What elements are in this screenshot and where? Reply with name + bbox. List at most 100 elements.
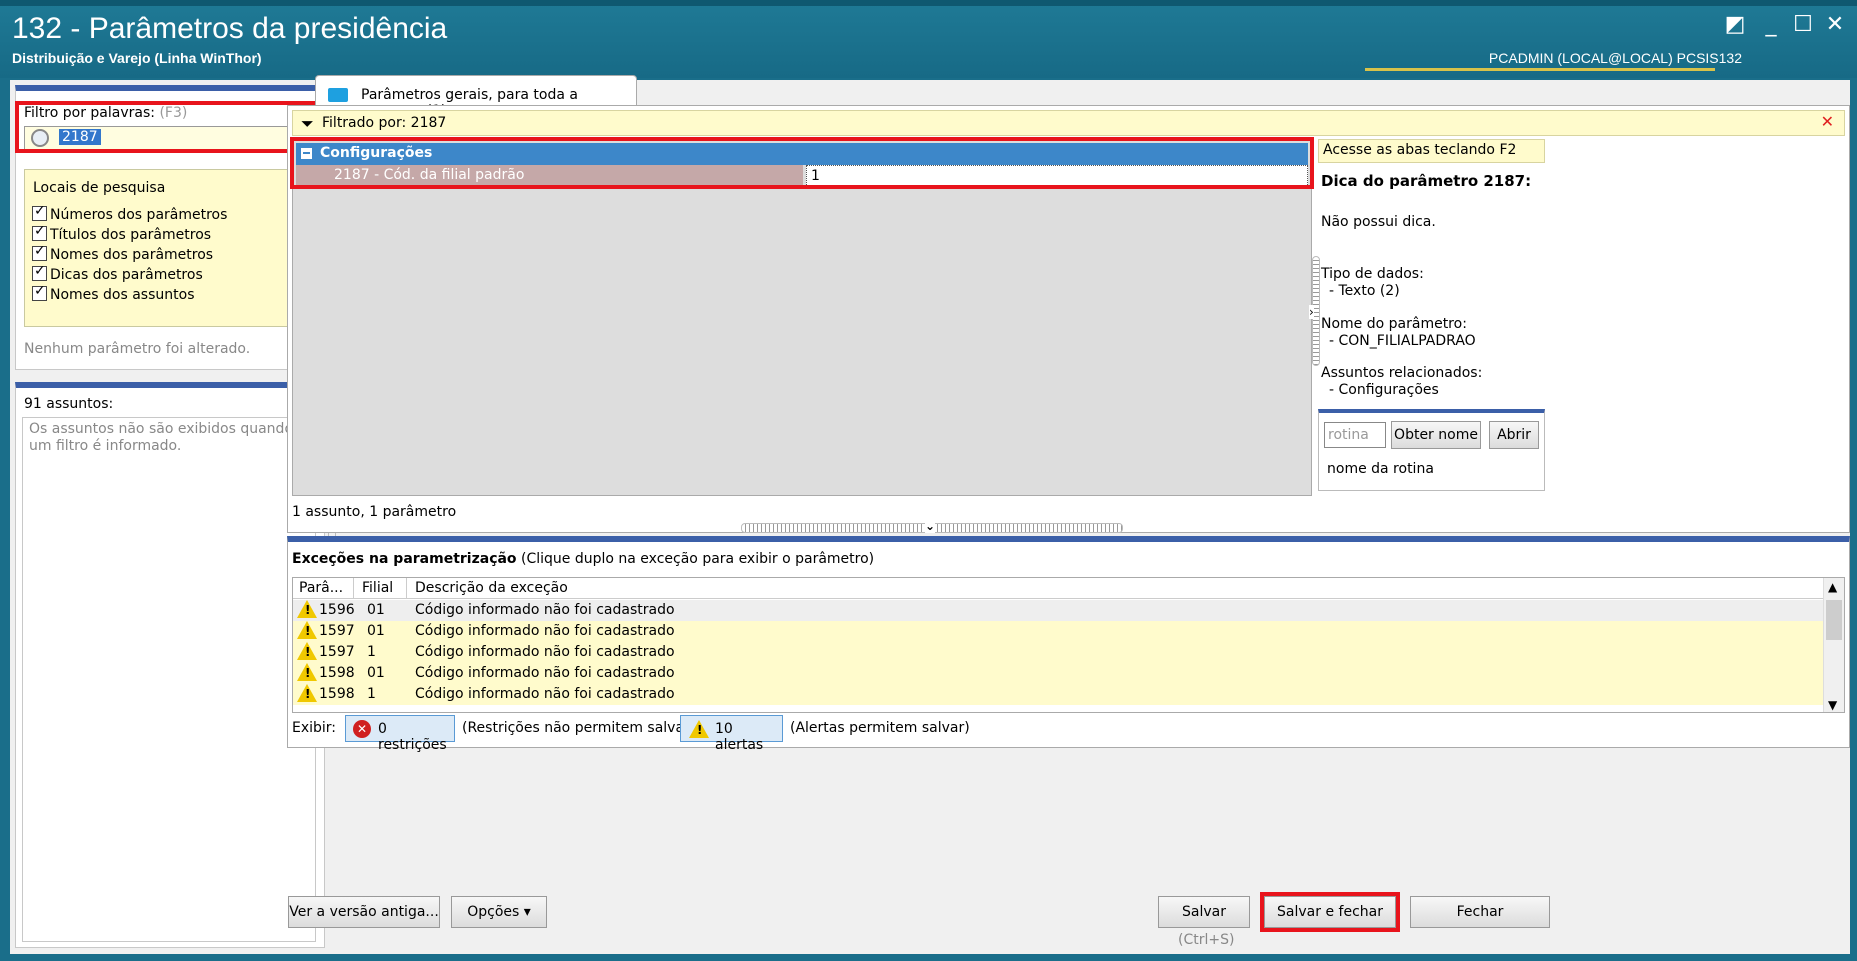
warning-icon (297, 684, 317, 702)
checkbox-icon[interactable] (32, 203, 47, 221)
clear-filtered-icon[interactable]: ✕ (1821, 112, 1834, 131)
row-description: Código informado não foi cadastrado (415, 602, 675, 618)
exceptions-title: Exceções na parametrização (Clique duplo… (292, 551, 874, 567)
data-type-value: - Texto (2) (1329, 283, 1400, 299)
checkbox-label: Números dos parâmetros (50, 207, 228, 223)
params-grid: Configurações 2187 - Cód. da filial padr… (292, 139, 1312, 496)
subjects-panel: 91 assuntos: Os assuntos não são exibido… (15, 382, 325, 948)
save-button[interactable]: Salvar (1158, 896, 1250, 928)
restrictions-toggle[interactable]: ✕ 0 restrições (345, 715, 455, 753)
exceptions-title-text: Exceções na parametrização (292, 551, 517, 567)
row-param: 1596 (319, 602, 355, 618)
vertical-scrollbar[interactable]: ▲ ▼ (1823, 578, 1844, 712)
checkbox-icon[interactable] (32, 283, 47, 301)
old-version-button[interactable]: Ver a versão antiga... (288, 896, 440, 928)
param-name-info: Nome do parâmetro: - CON_FILIALPADRAO (1321, 316, 1476, 350)
row-filial: 01 (367, 665, 385, 681)
column-separator (406, 578, 407, 599)
main-area: Filtro por palavras: (F3) 2187 ✕ Locais … (10, 75, 1850, 954)
row-filial: 1 (367, 686, 376, 702)
column-filial[interactable]: Filial (362, 580, 393, 596)
related-info: Assuntos relacionados: - Configurações (1321, 365, 1482, 399)
scroll-down-icon[interactable]: ▼ (1828, 698, 1837, 712)
exceptions-table[interactable]: Parâ... Filial Descrição da exceção 1596… (292, 577, 1845, 713)
abrir-button[interactable]: Abrir (1489, 421, 1539, 449)
table-row[interactable]: 1597 1 Código informado não foi cadastra… (293, 642, 1823, 663)
related-value: - Configurações (1329, 382, 1439, 398)
filtered-label: Filtrado por: 2187 (322, 115, 447, 131)
horizontal-splitter[interactable]: ⌄ (741, 519, 1123, 533)
checkbox-label: Nomes dos parâmetros (50, 247, 214, 263)
warning-icon (297, 642, 317, 660)
exceptions-panel: Exceções na parametrização (Clique duplo… (287, 536, 1850, 753)
column-separator (353, 578, 354, 599)
title-top-strip (0, 0, 1857, 6)
rotina-input[interactable]: rotina (1324, 422, 1386, 448)
tabs-hint: Acesse as abas teclando F2 (1318, 139, 1545, 163)
param-name-label: Nome do parâmetro: (1321, 316, 1467, 332)
funnel-icon: ⏷ (301, 114, 314, 133)
row-param: 1598 (319, 665, 355, 681)
column-description[interactable]: Descrição da exceção (415, 580, 568, 596)
options-button[interactable]: Opções ▾ (451, 896, 547, 928)
grid-highlight (290, 137, 1314, 189)
row-description: Código informado não foi cadastrado (415, 623, 675, 639)
filtered-bar: ⏷ Filtrado por: 2187 ✕ (292, 110, 1845, 136)
table-row[interactable]: 1598 1 Código informado não foi cadastra… (293, 684, 1823, 705)
table-row[interactable]: 1596 01 Código informado não foi cadastr… (293, 600, 1823, 621)
related-label: Assuntos relacionados: (1321, 365, 1483, 381)
checkbox-icon[interactable] (32, 223, 47, 241)
alerts-note: (Alertas permitem salvar) (790, 720, 970, 736)
alerts-toggle[interactable]: 10 alertas (680, 715, 783, 753)
close-window-button[interactable]: ✕ (1822, 12, 1848, 38)
column-param[interactable]: Parâ... (299, 580, 343, 596)
checkbox-icon[interactable] (32, 263, 47, 281)
checkbox-icon[interactable] (32, 243, 47, 261)
chevron-right-icon[interactable]: › (1309, 305, 1314, 319)
checkbox-label: Títulos dos parâmetros (50, 227, 212, 243)
table-row[interactable]: 1598 01 Código informado não foi cadastr… (293, 663, 1823, 684)
subjects-list[interactable]: Os assuntos não são exibidos quando um f… (22, 417, 316, 942)
exceptions-subtitle: (Clique duplo na exceção para exibir o p… (521, 551, 875, 567)
params-frame: ⏷ Filtrado por: 2187 ✕ Configurações 218… (287, 105, 1850, 533)
checkbox-names[interactable]: Nomes dos parâmetros (32, 243, 214, 266)
maximize-button[interactable]: ☐ (1790, 12, 1816, 38)
chevron-down-icon[interactable]: ⌄ (925, 519, 936, 533)
checkbox-label: Nomes dos assuntos (50, 287, 195, 303)
save-close-highlight (1260, 892, 1400, 932)
obter-nome-button[interactable]: Obter nome (1391, 421, 1481, 449)
window-title: 132 - Parâmetros da presidência (12, 12, 448, 45)
filter-highlight (15, 101, 315, 153)
minimize-button[interactable]: _ (1758, 12, 1784, 38)
warning-icon (689, 720, 709, 738)
checkbox-tips[interactable]: Dicas dos parâmetros (32, 263, 203, 286)
checkbox-label: Dicas dos parâmetros (50, 267, 203, 283)
row-param: 1597 (319, 644, 355, 660)
checkbox-titles[interactable]: Títulos dos parâmetros (32, 223, 212, 246)
rotina-panel: rotina Obter nome Abrir nome da rotina (1318, 409, 1545, 491)
folder-icon (328, 88, 348, 102)
restrictions-note: (Restrições não permitem salvar) (462, 720, 696, 736)
data-type-info: Tipo de dados: - Texto (2) (1321, 266, 1424, 300)
checkbox-subjects[interactable]: Nomes dos assuntos (32, 283, 195, 306)
row-param: 1597 (319, 623, 355, 639)
tip-title: Dica do parâmetro 2187: (1321, 172, 1532, 190)
row-description: Código informado não foi cadastrado (415, 644, 675, 660)
title-bar: 132 - Parâmetros da presidência Distribu… (0, 0, 1857, 78)
restrictions-label: 0 restrições (378, 721, 447, 753)
warning-icon (297, 663, 317, 681)
table-row[interactable]: 1597 01 Código informado não foi cadastr… (293, 621, 1823, 642)
restore-icon[interactable]: ◩ (1722, 12, 1748, 38)
row-param: 1598 (319, 686, 355, 702)
error-icon: ✕ (353, 720, 371, 738)
scroll-up-icon[interactable]: ▲ (1828, 580, 1837, 594)
side-splitter[interactable]: › (1309, 256, 1320, 366)
checkbox-numbers[interactable]: Números dos parâmetros (32, 203, 228, 226)
close-button[interactable]: Fechar (1410, 896, 1550, 928)
row-filial: 01 (367, 602, 385, 618)
scroll-thumb[interactable] (1826, 600, 1842, 640)
row-description: Código informado não foi cadastrado (415, 665, 675, 681)
search-locations-title[interactable]: Locais de pesquisa (33, 180, 165, 196)
search-locations: Locais de pesquisa ⌃ Números dos parâmet… (24, 169, 318, 327)
warning-icon (297, 621, 317, 639)
